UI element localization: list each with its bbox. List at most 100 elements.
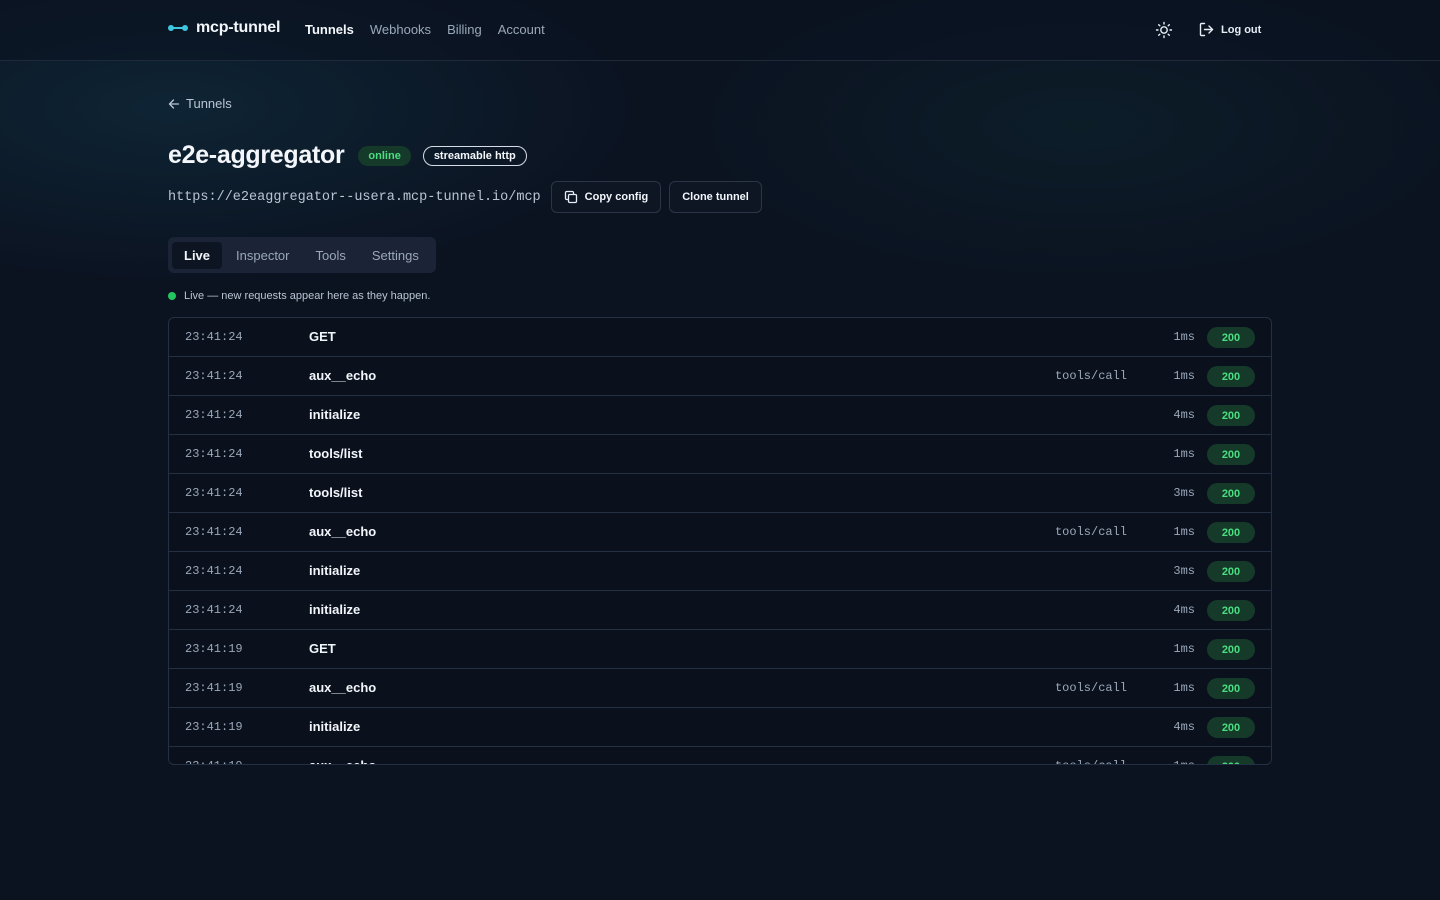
request-rpc-method: tools/call: [1055, 759, 1127, 764]
logout-icon: [1199, 22, 1214, 37]
status-badge: online: [358, 145, 411, 166]
request-rpc-method: tools/call: [1054, 525, 1127, 539]
request-method: GET: [309, 329, 336, 344]
request-row[interactable]: 23:41:19 initialize 4ms 200: [169, 708, 1271, 747]
request-duration: 1ms: [1173, 525, 1195, 539]
arrow-left-icon: [168, 98, 180, 109]
logout-button[interactable]: Log out: [1198, 21, 1261, 38]
request-duration: 3ms: [1173, 486, 1195, 500]
nav-item-billing[interactable]: Billing: [447, 22, 482, 37]
request-duration: 1ms: [1173, 681, 1195, 695]
request-duration: 4ms: [1173, 408, 1195, 422]
tunnel-logo-icon: [168, 23, 188, 33]
request-duration: 1ms: [1173, 369, 1195, 383]
request-method: aux__echo: [309, 758, 376, 764]
request-time: 23:41:24: [185, 369, 243, 383]
request-status-badge: 200: [1207, 639, 1255, 660]
request-duration: 3ms: [1173, 564, 1195, 578]
tunnel-url-row: https://e2eaggregator--usera.mcp-tunnel.…: [168, 181, 762, 213]
tab-live[interactable]: Live: [172, 241, 223, 269]
request-time: 23:41:24: [185, 603, 243, 617]
request-row[interactable]: 23:41:19 GET 1ms 200: [169, 630, 1271, 669]
back-link[interactable]: Tunnels: [168, 96, 232, 111]
request-time: 23:41:19: [185, 642, 243, 656]
request-duration: 4ms: [1173, 720, 1195, 734]
request-method: aux__echo: [309, 680, 377, 695]
transport-badge: streamable http: [422, 145, 527, 166]
tunnel-tabs: Live Inspector Tools Settings: [168, 237, 436, 273]
request-row[interactable]: 23:41:24 aux__echo tools/call 1ms 200: [169, 513, 1271, 552]
request-rpc-method: tools/call: [1054, 369, 1127, 383]
request-time: 23:41:24: [185, 408, 243, 422]
request-row[interactable]: 23:41:24 initialize 4ms 200: [169, 396, 1271, 435]
request-time: 23:41:24: [185, 564, 243, 578]
tab-settings[interactable]: Settings: [360, 242, 431, 269]
nav-item-tunnels[interactable]: Tunnels: [305, 22, 354, 37]
sun-icon: [1155, 21, 1173, 39]
request-log-list[interactable]: 23:41:24 GET 1ms 200 23:41:24 aux__echo tools/…: [168, 317, 1272, 765]
request-status-badge: 200: [1207, 366, 1255, 387]
copy-config-button[interactable]: Copy config: [550, 181, 662, 213]
request-time: 23:41:24: [185, 486, 243, 500]
request-status-badge: 200: [1207, 561, 1255, 582]
request-method: initialize: [309, 407, 361, 422]
live-indicator: Live — new requests appear here as they …: [168, 290, 430, 302]
request-method: initialize: [309, 602, 361, 617]
request-status-badge: 200: [1207, 483, 1255, 504]
copy-icon: [564, 190, 577, 204]
request-rpc-method: tools/call: [1054, 681, 1127, 695]
request-status-badge: 200: [1207, 756, 1255, 764]
theme-toggle-button[interactable]: [1154, 20, 1174, 40]
request-row[interactable]: 23:41:24 initialize 3ms 200: [169, 552, 1271, 591]
tunnel-header: e2e-aggregator online streamable http: [168, 141, 527, 170]
tab-tools[interactable]: Tools: [304, 242, 358, 269]
request-status-badge: 200: [1207, 600, 1255, 621]
request-row[interactable]: 23:41:24 initialize 4ms 200: [169, 591, 1271, 630]
clone-tunnel-button[interactable]: Clone tunnel: [669, 181, 762, 213]
live-status-dot-icon: [168, 292, 176, 300]
request-time: 23:41:24: [185, 447, 243, 461]
back-link-label: Tunnels: [186, 96, 232, 111]
request-method: initialize: [309, 563, 361, 578]
request-row[interactable]: 23:41:19 aux__echo tools/call 1ms 200: [169, 747, 1271, 764]
clone-tunnel-label: Clone tunnel: [682, 191, 749, 203]
top-navigation-bar: mcp-tunnel Tunnels Webhooks Billing Acco…: [0, 0, 1440, 61]
request-method: tools/list: [309, 446, 363, 461]
request-status-badge: 200: [1207, 444, 1255, 465]
request-duration: 1ms: [1173, 330, 1195, 344]
request-method: initialize: [309, 719, 361, 734]
tab-inspector[interactable]: Inspector: [224, 242, 301, 269]
logout-label: Log out: [1221, 23, 1262, 36]
request-method: GET: [309, 641, 336, 656]
live-note-text: Live — new requests appear here as they …: [184, 290, 431, 302]
copy-config-label: Copy config: [584, 191, 649, 203]
request-row[interactable]: 23:41:24 tools/list 3ms 200: [169, 474, 1271, 513]
request-method: aux__echo: [309, 524, 377, 539]
request-status-badge: 200: [1207, 717, 1255, 738]
request-status-badge: 200: [1207, 522, 1255, 543]
request-method: aux__echo: [309, 368, 377, 383]
request-row[interactable]: 23:41:24 tools/list 1ms 200: [169, 435, 1271, 474]
request-duration: 1ms: [1173, 759, 1195, 764]
request-method: tools/list: [309, 485, 363, 500]
request-row[interactable]: 23:41:24 GET 1ms 200: [169, 318, 1271, 357]
request-time: 23:41:19: [185, 759, 243, 764]
page-title: e2e-aggregator: [168, 141, 345, 169]
request-duration: 1ms: [1173, 642, 1195, 656]
request-status-badge: 200: [1207, 327, 1255, 348]
brand-logo[interactable]: mcp-tunnel: [168, 19, 280, 37]
main-nav: Tunnels Webhooks Billing Account: [305, 22, 545, 37]
request-duration: 1ms: [1173, 447, 1195, 461]
request-status-badge: 200: [1207, 678, 1255, 699]
brand-name: mcp-tunnel: [196, 19, 281, 36]
request-time: 23:41:24: [185, 330, 243, 344]
request-duration: 4ms: [1173, 603, 1195, 617]
request-row[interactable]: 23:41:19 aux__echo tools/call 1ms 200: [169, 669, 1271, 708]
request-status-badge: 200: [1207, 405, 1255, 426]
nav-item-webhooks[interactable]: Webhooks: [370, 22, 431, 37]
request-time: 23:41:24: [185, 525, 243, 539]
request-time: 23:41:19: [185, 681, 243, 695]
request-row[interactable]: 23:41:24 aux__echo tools/call 1ms 200: [169, 357, 1271, 396]
nav-item-account[interactable]: Account: [498, 22, 545, 37]
tunnel-url[interactable]: https://e2eaggregator--usera.mcp-tunnel.…: [168, 190, 541, 205]
